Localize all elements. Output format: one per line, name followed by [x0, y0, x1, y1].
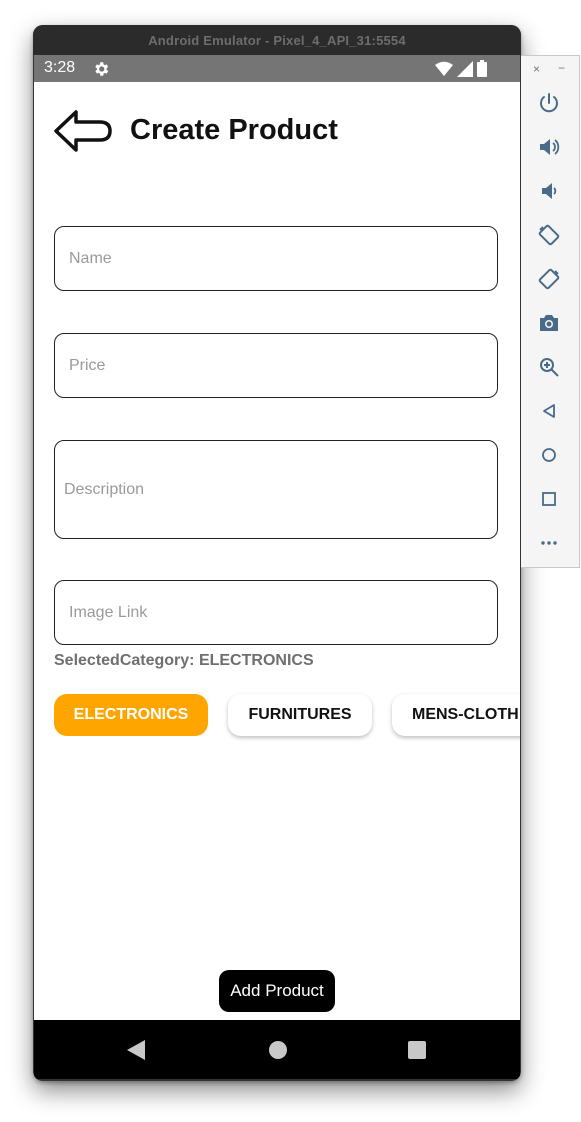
description-field-box [54, 440, 498, 539]
rotate-right-icon[interactable] [538, 268, 560, 290]
signal-icon [457, 60, 473, 77]
wifi-icon [435, 61, 453, 76]
back-arrow-icon[interactable] [54, 109, 112, 153]
camera-icon[interactable] [538, 312, 560, 334]
android-nav-bar [34, 1020, 520, 1079]
name-input[interactable] [55, 227, 497, 290]
more-icon[interactable] [538, 532, 560, 554]
add-product-button[interactable]: Add Product [219, 970, 335, 1012]
image-link-input[interactable] [55, 581, 497, 644]
panel-close-button[interactable]: × [533, 62, 540, 76]
gear-icon [95, 62, 109, 76]
page-title: Create Product [130, 114, 338, 146]
status-bar: 3:28 [34, 55, 520, 82]
name-field-box [54, 226, 498, 291]
overview-icon[interactable] [538, 488, 560, 510]
home-icon[interactable] [538, 444, 560, 466]
back-icon[interactable] [127, 1040, 145, 1060]
back-icon[interactable] [538, 400, 560, 422]
description-input[interactable] [55, 441, 497, 538]
panel-controls: × − [521, 61, 580, 76]
emulator-side-panel: × − [521, 55, 580, 568]
status-time: 3:28 [44, 59, 76, 76]
rotate-left-icon[interactable] [538, 224, 560, 246]
price-input[interactable] [55, 334, 497, 397]
panel-minimize-button[interactable]: − [558, 61, 565, 75]
app-screen: Create Product SelectedCategory: ELECTRO… [34, 82, 520, 1020]
volume-up-icon[interactable] [538, 136, 560, 158]
category-chips: ELECTRONICS FURNITURES MENS-CLOTH [54, 692, 520, 752]
emulator-window: Android Emulator - Pixel_4_API_31:5554 3… [33, 25, 521, 1081]
emulator-title: Android Emulator - Pixel_4_API_31:5554 [33, 25, 521, 55]
recents-icon[interactable] [408, 1041, 426, 1059]
battery-icon [477, 60, 487, 77]
selected-category-label: SelectedCategory: ELECTRONICS [54, 652, 314, 669]
price-field-box [54, 333, 498, 398]
power-icon[interactable] [538, 92, 560, 114]
chip-mens-clothing[interactable]: MENS-CLOTH [392, 694, 520, 736]
chip-electronics[interactable]: ELECTRONICS [54, 694, 208, 736]
status-icons [435, 60, 487, 77]
home-icon[interactable] [268, 1040, 288, 1060]
image-link-field-box [54, 580, 498, 645]
zoom-icon[interactable] [538, 356, 560, 378]
volume-down-icon[interactable] [538, 180, 560, 202]
chip-furnitures[interactable]: FURNITURES [228, 694, 372, 736]
